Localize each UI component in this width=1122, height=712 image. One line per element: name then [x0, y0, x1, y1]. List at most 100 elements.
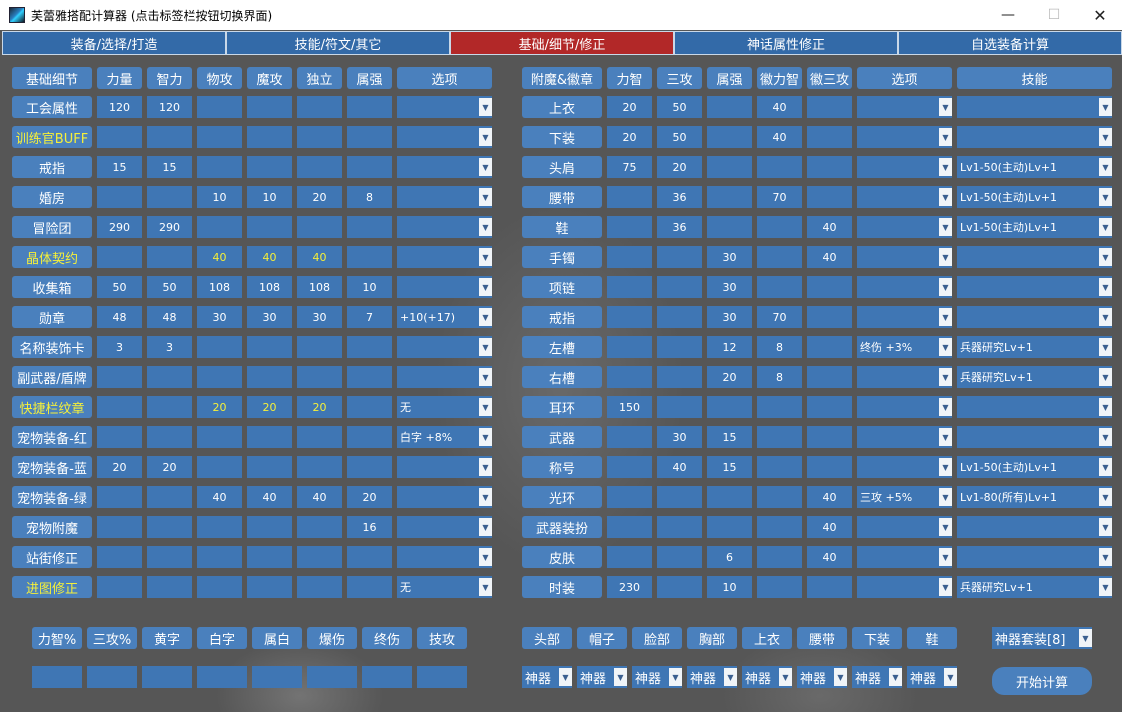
right-value-field[interactable]: 40	[757, 96, 802, 118]
left-value-field[interactable]	[247, 426, 292, 448]
right-value-field[interactable]: 70	[757, 306, 802, 328]
slot-select-1[interactable]: 神器 ▼	[522, 666, 572, 688]
right-row-label[interactable]: 武器	[522, 426, 602, 448]
right-value-field[interactable]	[807, 276, 852, 298]
skill-select[interactable]: Lv1-50(主动)Lv+1 ▼	[957, 156, 1112, 178]
right-value-field[interactable]	[807, 456, 852, 478]
left-value-field[interactable]: 8	[347, 186, 392, 208]
stat-value-field-4[interactable]	[197, 666, 247, 688]
right-value-field[interactable]	[657, 516, 702, 538]
left-row-label[interactable]: 宠物装备-绿	[12, 486, 92, 508]
right-row-label[interactable]: 武器装扮	[522, 516, 602, 538]
left-value-field[interactable]	[197, 126, 242, 148]
right-value-field[interactable]: 30	[707, 306, 752, 328]
left-row-label[interactable]: 站街修正	[12, 546, 92, 568]
left-value-field[interactable]	[147, 486, 192, 508]
left-option-select[interactable]: ▼	[397, 456, 492, 478]
right-row-label[interactable]: 腰带	[522, 186, 602, 208]
left-value-field[interactable]	[247, 216, 292, 238]
right-value-field[interactable]	[757, 216, 802, 238]
skill-select[interactable]: Lv1-50(主动)Lv+1 ▼	[957, 216, 1112, 238]
left-value-field[interactable]	[147, 516, 192, 538]
left-value-field[interactable]: 15	[97, 156, 142, 178]
right-row-label[interactable]: 皮肤	[522, 546, 602, 568]
left-value-field[interactable]	[347, 126, 392, 148]
right-value-field[interactable]: 10	[707, 576, 752, 598]
left-row-label[interactable]: 宠物装备-蓝	[12, 456, 92, 478]
right-option-select[interactable]: ▼	[857, 396, 952, 418]
left-value-field[interactable]: 30	[297, 306, 342, 328]
left-value-field[interactable]	[247, 456, 292, 478]
right-value-field[interactable]	[657, 336, 702, 358]
left-value-field[interactable]	[97, 576, 142, 598]
slot-select-7[interactable]: 神器 ▼	[852, 666, 902, 688]
left-value-field[interactable]: 20	[147, 456, 192, 478]
right-value-field[interactable]: 30	[707, 276, 752, 298]
left-value-field[interactable]	[247, 546, 292, 568]
left-value-field[interactable]	[297, 366, 342, 388]
slot-select-6[interactable]: 神器 ▼	[797, 666, 847, 688]
skill-select[interactable]: ▼	[957, 306, 1112, 328]
left-value-field[interactable]: 16	[347, 516, 392, 538]
right-value-field[interactable]	[707, 126, 752, 148]
right-value-field[interactable]	[607, 546, 652, 568]
left-value-field[interactable]	[147, 546, 192, 568]
left-row-label[interactable]: 婚房	[12, 186, 92, 208]
left-row-label[interactable]: 宠物装备-红	[12, 426, 92, 448]
right-value-field[interactable]: 20	[607, 126, 652, 148]
left-row-label[interactable]: 副武器/盾牌	[12, 366, 92, 388]
right-row-label[interactable]: 耳环	[522, 396, 602, 418]
right-option-select[interactable]: ▼	[857, 576, 952, 598]
left-row-label[interactable]: 工会属性	[12, 96, 92, 118]
slot-button-3[interactable]: 脸部	[632, 627, 682, 649]
left-value-field[interactable]	[97, 126, 142, 148]
right-value-field[interactable]	[657, 246, 702, 268]
right-row-label[interactable]: 上衣	[522, 96, 602, 118]
left-value-field[interactable]	[197, 366, 242, 388]
right-value-field[interactable]: 40	[807, 546, 852, 568]
left-value-field[interactable]	[197, 336, 242, 358]
skill-select[interactable]: 兵器研究Lv+1 ▼	[957, 576, 1112, 598]
right-value-field[interactable]	[807, 306, 852, 328]
stat-button-5[interactable]: 属白	[252, 627, 302, 649]
right-value-field[interactable]	[657, 486, 702, 508]
stat-value-field-6[interactable]	[307, 666, 357, 688]
right-value-field[interactable]	[657, 396, 702, 418]
slot-select-2[interactable]: 神器 ▼	[577, 666, 627, 688]
right-value-field[interactable]	[807, 186, 852, 208]
right-value-field[interactable]: 8	[757, 336, 802, 358]
right-row-label[interactable]: 下装	[522, 126, 602, 148]
right-option-select[interactable]: ▼	[857, 126, 952, 148]
left-value-field[interactable]: 15	[147, 156, 192, 178]
right-value-field[interactable]	[807, 366, 852, 388]
left-value-field[interactable]	[147, 186, 192, 208]
slot-select-5[interactable]: 神器 ▼	[742, 666, 792, 688]
start-calc-button[interactable]: 开始计算	[992, 667, 1092, 695]
left-value-field[interactable]	[97, 186, 142, 208]
left-value-field[interactable]	[297, 126, 342, 148]
left-value-field[interactable]: 290	[97, 216, 142, 238]
right-value-field[interactable]: 50	[657, 96, 702, 118]
right-value-field[interactable]	[757, 516, 802, 538]
right-value-field[interactable]	[607, 246, 652, 268]
left-value-field[interactable]: 10	[197, 186, 242, 208]
right-option-select[interactable]: ▼	[857, 516, 952, 538]
left-value-field[interactable]: 40	[297, 486, 342, 508]
right-value-field[interactable]	[807, 96, 852, 118]
right-value-field[interactable]: 20	[657, 156, 702, 178]
left-value-field[interactable]	[247, 126, 292, 148]
left-option-select[interactable]: ▼	[397, 156, 492, 178]
left-value-field[interactable]: 30	[247, 306, 292, 328]
left-value-field[interactable]	[147, 396, 192, 418]
left-value-field[interactable]: 120	[147, 96, 192, 118]
skill-select[interactable]: Lv1-50(主动)Lv+1 ▼	[957, 186, 1112, 208]
left-value-field[interactable]	[297, 516, 342, 538]
right-value-field[interactable]: 12	[707, 336, 752, 358]
stat-button-4[interactable]: 白字	[197, 627, 247, 649]
right-value-field[interactable]	[607, 426, 652, 448]
skill-select[interactable]: ▼	[957, 96, 1112, 118]
left-value-field[interactable]: 40	[197, 486, 242, 508]
left-row-label[interactable]: 宠物附魔	[12, 516, 92, 538]
right-value-field[interactable]	[757, 396, 802, 418]
left-value-field[interactable]	[147, 126, 192, 148]
